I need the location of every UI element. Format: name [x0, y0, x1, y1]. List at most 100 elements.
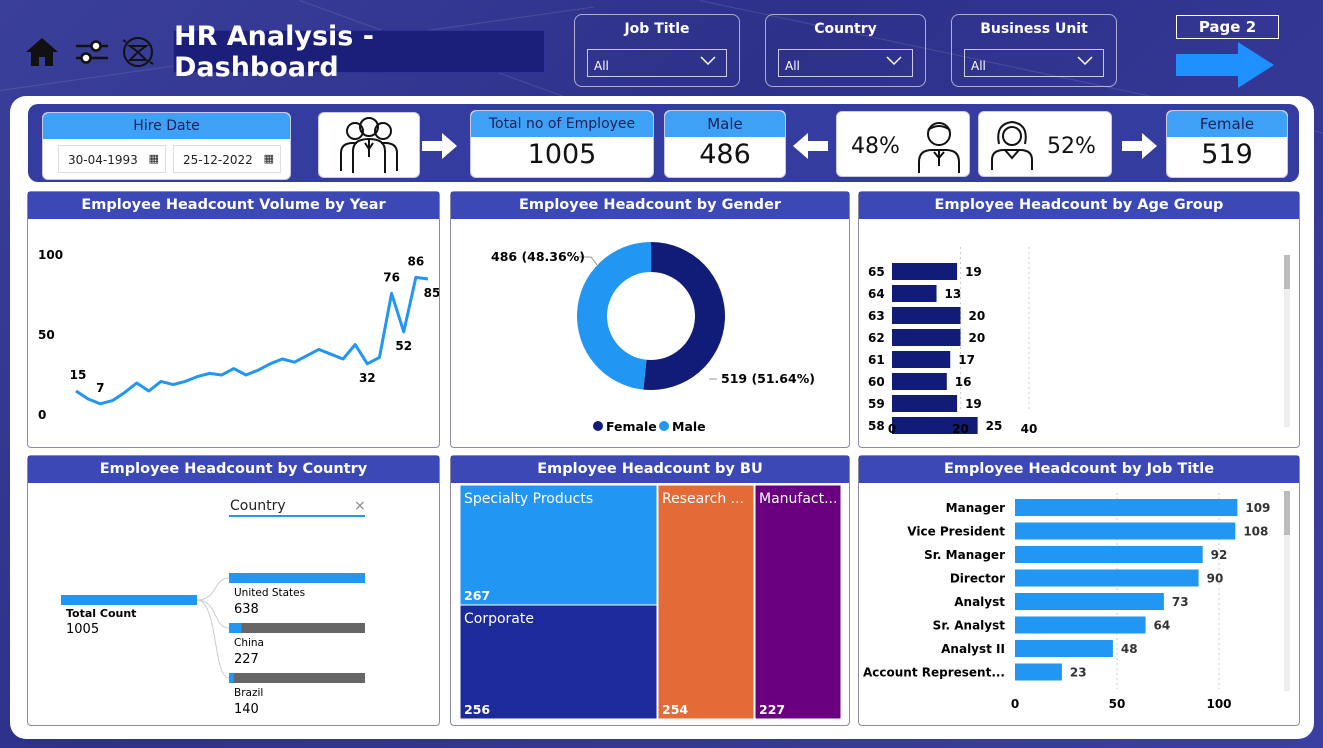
bar: [1015, 546, 1203, 563]
home-icon[interactable]: [24, 36, 60, 68]
category-value: 140: [234, 702, 259, 717]
data-label-female: 519 (51.64%): [721, 371, 815, 386]
hire-date-label: Hire Date: [43, 113, 290, 139]
male-card: Male 486: [664, 110, 786, 178]
bar: [1015, 616, 1146, 634]
data-label: 64: [1154, 619, 1171, 633]
slicer-label: Country: [814, 21, 877, 37]
total-employees-value: 1005: [527, 139, 597, 170]
bar: [892, 307, 961, 324]
people-group-icon: [340, 117, 398, 173]
bar: [1015, 522, 1236, 540]
bar: [892, 395, 958, 412]
treemap-chart[interactable]: Specialty Products 267 Corporate 256 Researc…: [451, 483, 849, 725]
close-icon: ×: [354, 498, 366, 514]
date-to-value: 25-12-2022: [183, 153, 253, 167]
dropdown-value: All: [971, 59, 986, 73]
bar: [892, 373, 947, 390]
tile-value: 227: [759, 702, 785, 717]
bar: [1015, 640, 1113, 657]
filter-sliders-icon[interactable]: [74, 38, 110, 66]
y-tick-label: 61: [868, 353, 885, 367]
data-label: 15: [70, 368, 87, 382]
legend-marker-male: [659, 421, 669, 431]
bar: [229, 623, 242, 633]
calendar-icon[interactable]: ▦: [149, 152, 159, 165]
female-percent-card: 52%: [978, 111, 1112, 177]
business-unit-dropdown[interactable]: All: [964, 49, 1104, 77]
total-employees-label: Total no of Employee: [471, 111, 653, 137]
data-label: 19: [965, 397, 982, 411]
bar: [229, 573, 365, 583]
panel-title: Employee Headcount by Gender: [451, 192, 849, 219]
x-tick-label: 100: [1206, 697, 1231, 711]
slicer-label: Job Title: [624, 21, 690, 37]
total-label: Total Count: [66, 607, 136, 620]
chevron-down-icon: [700, 56, 716, 66]
tree-connector: [196, 599, 230, 679]
tile-label: Specialty Products: [464, 491, 593, 507]
x-tick-label: 20: [952, 422, 969, 436]
female-person-icon: [991, 120, 1033, 170]
dashboard-title: HR Analysis - Dashboard: [173, 21, 545, 83]
legend-label: Male: [672, 419, 706, 434]
panel-headcount-by-job-title: Employee Headcount by Job Title Manager 1…: [858, 455, 1300, 726]
data-label: 52: [395, 339, 412, 353]
y-tick-label: Director: [950, 572, 1005, 586]
data-label: 25: [986, 419, 1003, 433]
series-line: [75, 275, 429, 406]
data-label: 85: [424, 286, 439, 300]
tile-value: 254: [662, 702, 688, 717]
panel-headcount-by-bu: Employee Headcount by BU Specialty Produ…: [450, 455, 850, 726]
arrow-left-icon: [793, 133, 828, 159]
bar: [1015, 499, 1238, 516]
tile-value: 256: [464, 702, 490, 717]
time-globe-icon[interactable]: [120, 34, 156, 70]
date-from-value: 30-04-1993: [68, 153, 138, 167]
y-tick-label: Account Represent...: [863, 666, 1005, 680]
category-label: United States: [234, 587, 305, 599]
data-label: 76: [383, 270, 400, 284]
scrollbar-thumb: [1284, 255, 1290, 289]
x-tick-label: 40: [1021, 422, 1038, 436]
job-title-bar-chart[interactable]: Manager 109 Vice President 108 Sr. Manager 92…: [859, 483, 1299, 725]
legend-marker-female: [593, 421, 603, 431]
y-tick-label: Sr. Analyst: [933, 619, 1006, 633]
slicer-country[interactable]: Country All: [765, 14, 926, 87]
x-tick-label: 0: [888, 422, 896, 436]
y-tick-label: Manager: [946, 501, 1005, 515]
age-bar-chart[interactable]: 65 19 64 13 63 20 62 20 61 17 60 16 59 19 58 25 0 20 40: [859, 219, 1299, 447]
donut-chart[interactable]: 486 (48.36%) 519 (51.64%) Female Male: [451, 219, 849, 447]
data-label: 17: [958, 353, 975, 367]
tree-connector: [196, 577, 230, 601]
total-bar: [61, 595, 197, 605]
job-title-dropdown[interactable]: All: [587, 49, 727, 77]
panel-headcount-by-year: Employee Headcount Volume by Year 0 50 100…: [27, 191, 440, 462]
calendar-icon[interactable]: ▦: [264, 152, 274, 165]
hire-date-to-input[interactable]: 25-12-2022 ▦: [173, 145, 281, 173]
chevron-down-icon: [1077, 56, 1093, 66]
slicer-business-unit[interactable]: Business Unit All: [951, 14, 1117, 87]
country-dropdown[interactable]: All: [778, 49, 913, 77]
hire-date-from-input[interactable]: 30-04-1993 ▦: [58, 145, 166, 173]
data-label: 90: [1207, 572, 1224, 586]
total-employees-card: Total no of Employee 1005: [470, 110, 654, 178]
y-tick-label: 63: [868, 309, 885, 323]
panel-headcount-by-age: Employee Headcount by Age Group 65 19 64 13…: [858, 191, 1300, 448]
x-tick-label: 50: [1109, 697, 1126, 711]
decomposition-tree[interactable]: Country × Total Count 1005 United States 638 C…: [28, 483, 439, 725]
data-label: 32: [359, 371, 376, 385]
line-chart[interactable]: 0501002000201020201573276528685: [28, 219, 440, 462]
page-2-button[interactable]: Page 2: [1176, 15, 1279, 39]
bar: [892, 285, 937, 302]
x-tick-label: 0: [1011, 697, 1019, 711]
donut-slice-female: [643, 242, 725, 390]
female-value: 519: [1201, 139, 1253, 170]
next-page-arrow-icon[interactable]: [1176, 42, 1276, 88]
donut-slice-male: [577, 242, 651, 390]
bar: [1015, 569, 1199, 587]
data-label: 23: [1070, 666, 1087, 680]
y-tick-label: Vice President: [907, 525, 1005, 539]
panel-headcount-by-gender: Employee Headcount by Gender 486 (48.36%…: [450, 191, 850, 448]
slicer-job-title[interactable]: Job Title All: [574, 14, 740, 87]
